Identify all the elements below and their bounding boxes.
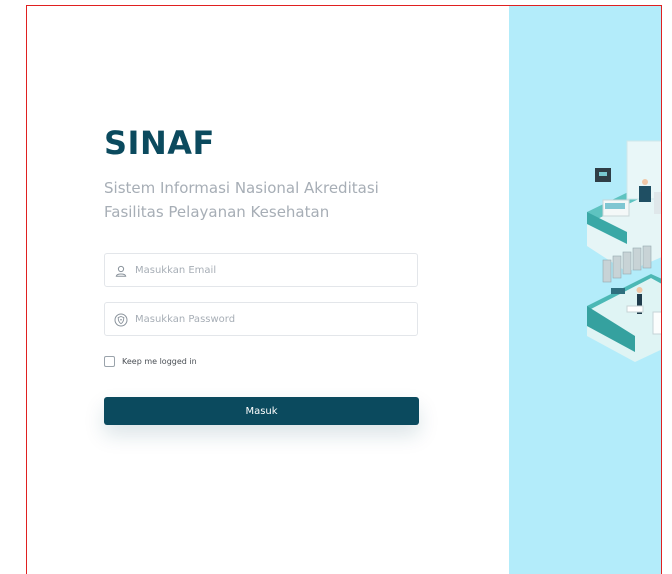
app-title: SINAF	[104, 124, 215, 162]
password-field[interactable]	[104, 302, 418, 336]
remember-checkbox[interactable]	[104, 355, 115, 367]
app-subtitle: Sistem Informasi Nasional Akreditasi Fas…	[104, 179, 379, 221]
shield-icon	[114, 312, 128, 327]
user-icon	[114, 263, 128, 277]
login-page: SINAF Sistem Informasi Nasional Akredita…	[26, 5, 662, 574]
email-input[interactable]	[135, 254, 405, 286]
email-field[interactable]	[104, 253, 418, 287]
login-button[interactable]: Masuk	[104, 397, 419, 425]
remember-label: Keep me logged in	[122, 356, 197, 366]
illustration-panel	[509, 6, 661, 574]
hospital-illustration	[587, 140, 661, 362]
password-input[interactable]	[135, 303, 405, 335]
remember-me[interactable]: Keep me logged in	[104, 354, 197, 368]
